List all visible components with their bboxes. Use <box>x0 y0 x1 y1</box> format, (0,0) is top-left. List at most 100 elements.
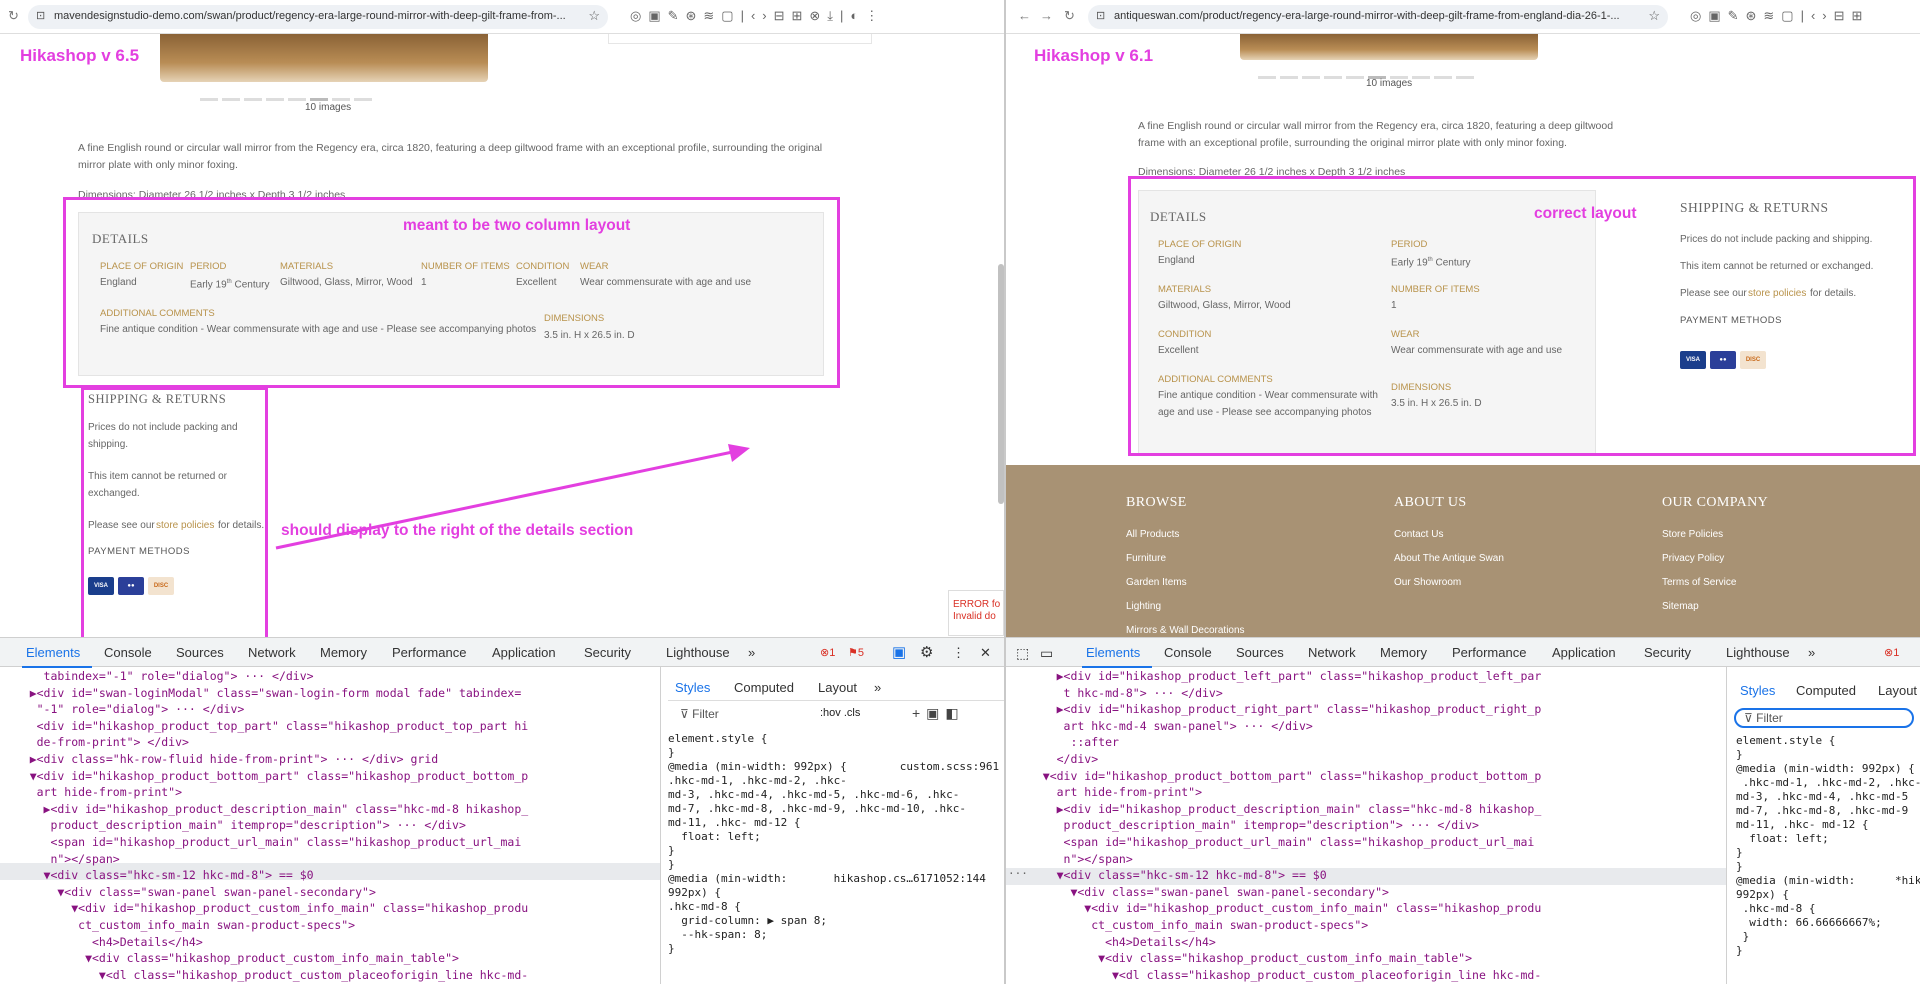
product-image[interactable] <box>160 34 488 82</box>
code-line[interactable]: ::after <box>1022 734 1724 751</box>
inspect-toggle-icon[interactable]: ▣ <box>892 643 906 661</box>
code-line[interactable]: float: left; <box>1736 832 1920 846</box>
error-count-badge[interactable]: ⊗1 <box>820 646 835 659</box>
footer-link[interactable]: Store Policies <box>1662 529 1723 540</box>
bookmark-star-icon[interactable]: ☆ <box>588 8 600 24</box>
warning-count-badge[interactable]: ⚑5 <box>848 646 864 659</box>
code-line[interactable]: n"></span> <box>2 851 658 868</box>
footer-link[interactable]: Furniture <box>1126 553 1166 564</box>
code-line[interactable]: ▼<div class="hkc-sm-12 hkc-md-8"> == $0 <box>2 867 658 884</box>
code-line[interactable]: float: left; <box>668 830 1002 844</box>
code-line[interactable]: art hkc-md-4 swan-panel"> ··· </div> <box>1022 718 1724 735</box>
layout-tab[interactable]: Layout <box>818 680 857 695</box>
code-line[interactable]: @media (min-width: hikashop.cs…6171052:1… <box>668 872 1002 886</box>
close-devtools-icon[interactable]: ✕ <box>980 645 991 661</box>
back-arrow-icon[interactable]: ← <box>1018 8 1031 23</box>
code-line[interactable]: } <box>1736 846 1920 860</box>
code-line[interactable]: .hkc-md-1, .hkc-md-2, .hkc- <box>1736 776 1920 790</box>
footer-link[interactable]: About The Antique Swan <box>1394 553 1504 564</box>
footer-link[interactable]: Our Showroom <box>1394 577 1461 588</box>
left-extension-toolbar[interactable]: ◎▣✎⊛≋▢|‹›⊟⊞⊗⤓|◐⋮ <box>630 8 885 24</box>
more-tabs-icon[interactable]: » <box>1808 645 1815 660</box>
code-line[interactable]: ▼<div class="hikashop_product_custom_inf… <box>2 950 658 967</box>
code-line[interactable]: } <box>668 858 1002 872</box>
code-line[interactable]: md-3, .hkc-md-4, .hkc-md-5, .hkc-md-6, .… <box>668 788 1002 802</box>
code-line[interactable]: ▼<div id="hikashop_product_custom_info_m… <box>2 900 658 917</box>
code-line[interactable]: de-from-print"> </div> <box>2 734 658 751</box>
tab-security[interactable]: Security <box>584 645 631 660</box>
forward-arrow-icon[interactable]: → <box>1040 8 1053 23</box>
tab-network[interactable]: Network <box>1308 645 1356 660</box>
code-line[interactable]: ▼<dl class="hikashop_product_custom_plac… <box>1022 967 1724 984</box>
tab-console[interactable]: Console <box>104 645 152 660</box>
error-toast[interactable]: ERROR fo Invalid do <box>948 590 1004 636</box>
gallery-thumbnail-dots[interactable] <box>200 88 376 101</box>
device-toolbar-icon[interactable]: ▭ <box>1040 645 1053 662</box>
product-image[interactable] <box>1240 34 1538 60</box>
code-line[interactable]: .hkc-md-1, .hkc-md-2, .hkc- <box>668 774 1002 788</box>
code-line[interactable]: 992px) { <box>668 886 1002 900</box>
code-line[interactable]: ▶<div id="hikashop_product_left_part" cl… <box>1022 668 1724 685</box>
code-line[interactable]: <div id="hikashop_product_top_part" clas… <box>2 718 658 735</box>
tab-application[interactable]: Application <box>1552 645 1616 660</box>
code-line[interactable]: product_description_main" itemprop="desc… <box>1022 817 1724 834</box>
code-line[interactable]: md-3, .hkc-md-4, .hkc-md-5 <box>1736 790 1920 804</box>
footer-link[interactable]: Contact Us <box>1394 529 1443 540</box>
footer-link[interactable]: Lighting <box>1126 601 1161 612</box>
styles-filter-input[interactable]: ⊽ Filter <box>680 707 719 721</box>
layout-tab[interactable]: Layout <box>1878 683 1917 698</box>
code-line[interactable]: art hide-from-print"> <box>1022 784 1724 801</box>
code-line[interactable]: width: 66.66666667%; <box>1736 916 1920 930</box>
code-line[interactable]: md-11, .hkc- md-12 { <box>1736 818 1920 832</box>
tab-network[interactable]: Network <box>248 645 296 660</box>
code-line[interactable]: --hk-span: 8; <box>668 928 1002 942</box>
code-line[interactable]: @media (min-width: *hik <box>1736 874 1920 888</box>
code-line[interactable]: ▶<div id="swan-loginModal" class="swan-l… <box>2 685 658 702</box>
left-url-field[interactable]: ⊡ mavendesignstudio-demo.com/swan/produc… <box>28 5 608 29</box>
tab-memory[interactable]: Memory <box>1380 645 1427 660</box>
code-line[interactable]: } <box>668 746 1002 760</box>
code-line[interactable]: } <box>1736 748 1920 762</box>
tab-performance[interactable]: Performance <box>1452 645 1526 660</box>
code-line[interactable]: ▼<dl class="hikashop_product_custom_plac… <box>2 967 658 984</box>
code-line[interactable]: 992px) { <box>1736 888 1920 902</box>
code-line[interactable]: ▶<div id="hikashop_product_description_m… <box>2 801 658 818</box>
inspect-element-icon[interactable]: ⬚ <box>1016 645 1029 662</box>
code-line[interactable]: } <box>668 844 1002 858</box>
tab-sources[interactable]: Sources <box>176 645 224 660</box>
tab-console[interactable]: Console <box>1164 645 1212 660</box>
tab-performance[interactable]: Performance <box>392 645 466 660</box>
site-info-icon[interactable]: ⊡ <box>36 9 45 22</box>
bookmark-star-icon[interactable]: ☆ <box>1648 8 1660 24</box>
code-line[interactable]: <h4>Details</h4> <box>2 934 658 951</box>
code-line[interactable]: element.style { <box>1736 734 1920 748</box>
style-tool-icons[interactable]: +▣◧ <box>912 705 965 722</box>
more-options-icon[interactable]: ⋮ <box>952 645 965 661</box>
code-line[interactable]: ▼<div id="hikashop_product_custom_info_m… <box>1022 900 1724 917</box>
footer-link[interactable]: All Products <box>1126 529 1179 540</box>
code-line[interactable]: art hide-from-print"> <box>2 784 658 801</box>
code-line[interactable]: ▶<div id="hikashop_product_right_part" c… <box>1022 701 1724 718</box>
panel-divider[interactable] <box>660 667 661 984</box>
code-line[interactable]: ▼<div class="swan-panel swan-panel-secon… <box>2 884 658 901</box>
code-line[interactable]: product_description_main" itemprop="desc… <box>2 817 658 834</box>
code-line[interactable]: tabindex="-1" role="dialog"> ··· </div> <box>2 668 658 685</box>
settings-gear-icon[interactable]: ⚙ <box>920 643 933 661</box>
tab-elements[interactable]: Elements <box>1086 645 1140 660</box>
code-line[interactable]: } <box>1736 860 1920 874</box>
code-line[interactable]: n"></span> <box>1022 851 1724 868</box>
code-line[interactable]: md-7, .hkc-md-8, .hkc-md-9 <box>1736 804 1920 818</box>
code-line[interactable]: @media (min-width: 992px) { custom.scss:… <box>668 760 1002 774</box>
css-rules[interactable]: element.style {} @media (min-width: 992px… <box>668 732 1002 984</box>
code-line[interactable]: <span id="hikashop_product_url_main" cla… <box>2 834 658 851</box>
more-style-tabs-icon[interactable]: » <box>874 680 881 695</box>
code-line[interactable]: ▼<div class="swan-panel swan-panel-secon… <box>1022 884 1724 901</box>
footer-link[interactable]: Terms of Service <box>1662 577 1736 588</box>
computed-tab[interactable]: Computed <box>1796 683 1856 698</box>
more-tabs-icon[interactable]: » <box>748 645 755 660</box>
reload-icon[interactable]: ↻ <box>8 8 19 24</box>
code-line[interactable]: .hkc-md-8 { <box>668 900 1002 914</box>
code-line[interactable]: element.style { <box>668 732 1002 746</box>
code-line[interactable]: } <box>668 942 1002 956</box>
code-line[interactable]: md-7, .hkc-md-8, .hkc-md-9, .hkc-md-10, … <box>668 802 1002 816</box>
